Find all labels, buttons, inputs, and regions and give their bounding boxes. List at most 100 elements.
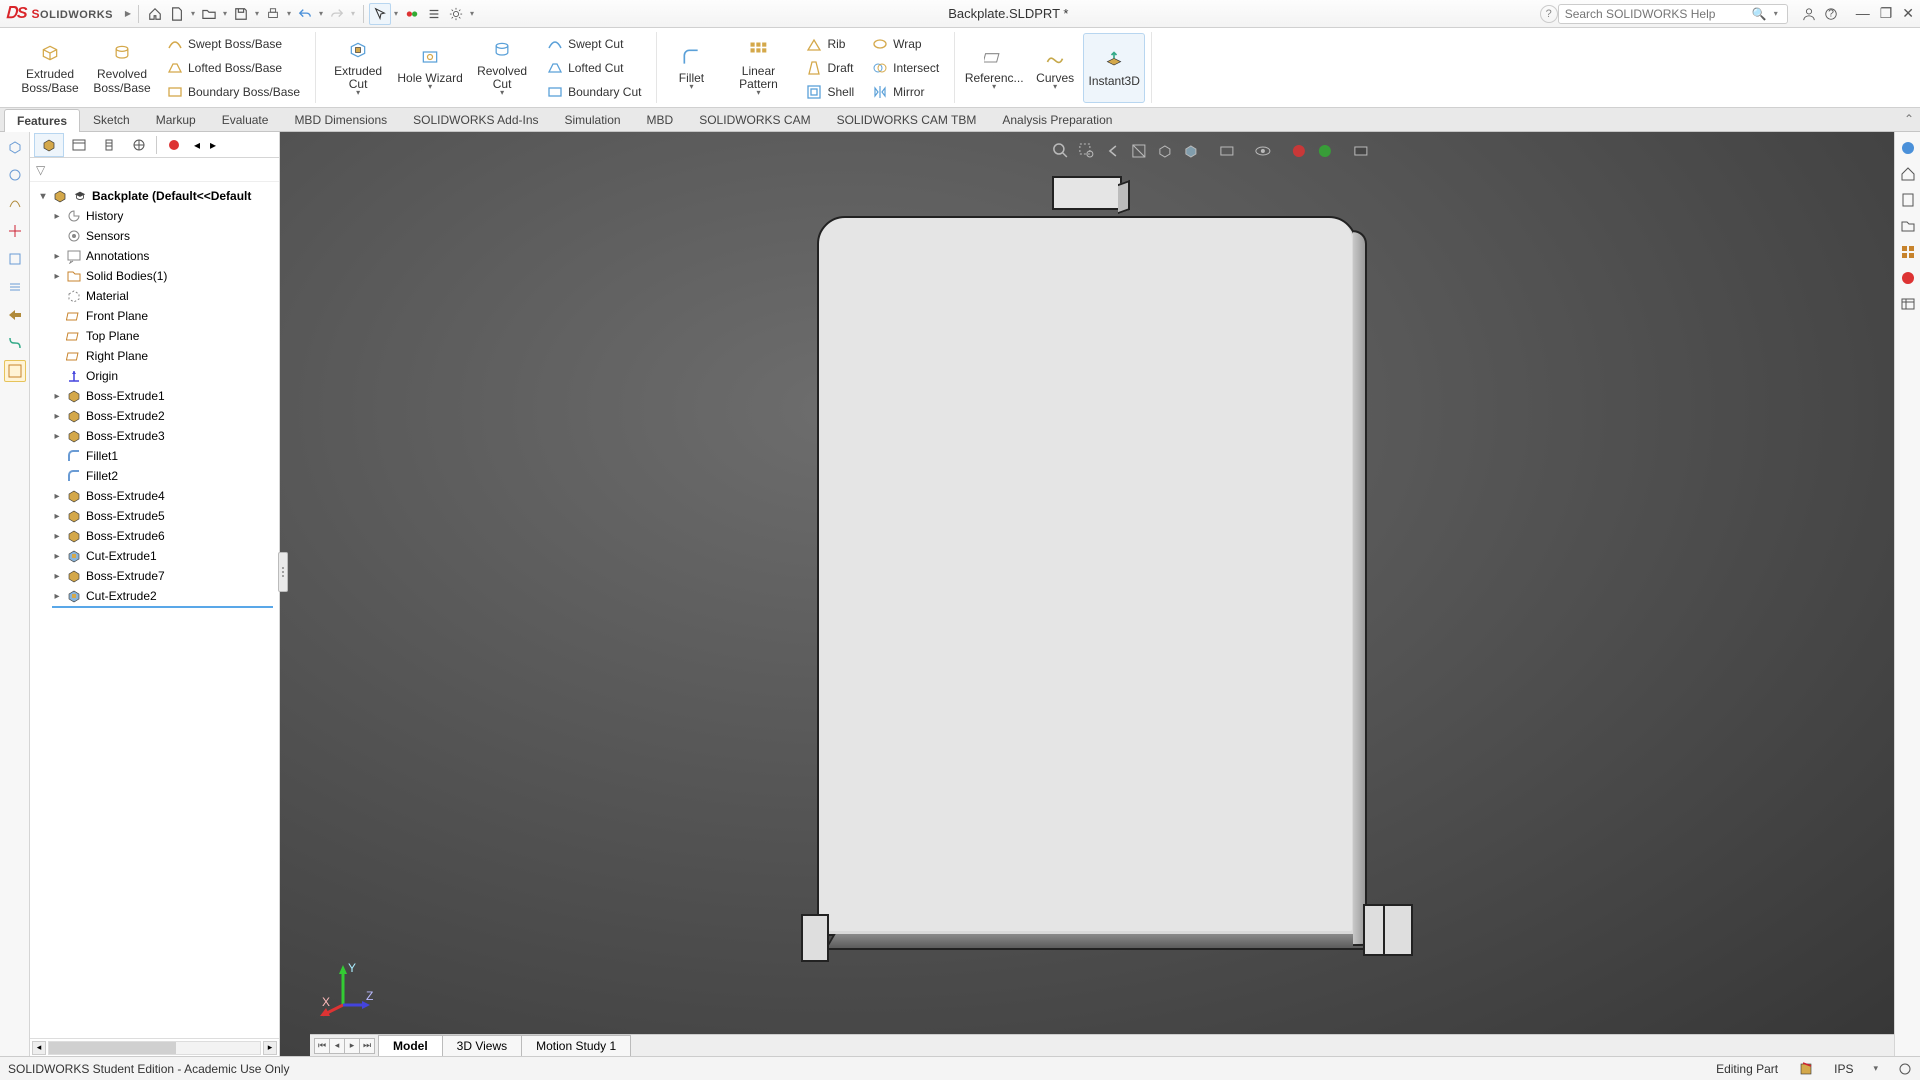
- lofted-boss-button[interactable]: Lofted Boss/Base: [162, 58, 305, 78]
- redo-icon[interactable]: [326, 3, 348, 25]
- new-file-icon[interactable]: [166, 3, 188, 25]
- save-icon[interactable]: [230, 3, 252, 25]
- status-custom-icon[interactable]: [1798, 1061, 1814, 1077]
- intersect-button[interactable]: Intersect: [867, 58, 944, 78]
- expand-icon[interactable]: ▸: [52, 251, 62, 262]
- hud-zoom-fit-icon[interactable]: [1050, 140, 1072, 162]
- options-list-icon[interactable]: [423, 3, 445, 25]
- lt-tool-7[interactable]: [4, 304, 26, 326]
- tab-features[interactable]: Features: [4, 109, 80, 132]
- vt-first[interactable]: ⏮: [314, 1038, 330, 1054]
- help-search[interactable]: 🔍 ▾: [1558, 4, 1788, 24]
- settings-icon[interactable]: [445, 3, 467, 25]
- tree-item-fillet1[interactable]: Fillet1: [34, 446, 279, 466]
- help-icon[interactable]: ?: [1820, 3, 1842, 25]
- tab-cam-tbm[interactable]: SOLIDWORKS CAM TBM: [824, 108, 990, 131]
- tree-item-boss-extrude4[interactable]: ▸ Boss-Extrude4: [34, 486, 279, 506]
- status-units-dropdown[interactable]: ▾: [1873, 1063, 1878, 1074]
- hole-wizard-button[interactable]: Hole Wizard▾: [394, 33, 466, 103]
- tab-markup[interactable]: Markup: [143, 108, 209, 131]
- hscroll-right[interactable]: ▸: [263, 1041, 277, 1055]
- save-dropdown[interactable]: ▾: [252, 9, 262, 18]
- lt-tool-6[interactable]: [4, 276, 26, 298]
- instant3d-button[interactable]: Instant3D: [1083, 33, 1145, 103]
- view-tab-model[interactable]: Model: [378, 1035, 443, 1056]
- tp-view-palette-icon[interactable]: [1898, 242, 1918, 262]
- select-icon[interactable]: [369, 3, 391, 25]
- tree-nav-prev[interactable]: ◂: [189, 133, 205, 157]
- vt-last[interactable]: ⏭: [359, 1038, 375, 1054]
- expand-icon[interactable]: ▸: [52, 211, 62, 222]
- expand-icon[interactable]: ▸: [52, 571, 62, 582]
- curves-button[interactable]: Curves▾: [1027, 33, 1083, 103]
- lt-tool-4[interactable]: [4, 220, 26, 242]
- view-tab-motion[interactable]: Motion Study 1: [521, 1035, 631, 1056]
- extruded-cut-button[interactable]: Extruded Cut▾: [322, 33, 394, 103]
- graphics-viewport[interactable]: Y X Z ⏮ ◂ ▸ ⏭ Model 3D Views Motion Stud…: [280, 132, 1894, 1056]
- reference-geometry-button[interactable]: Referenc...▾: [961, 33, 1027, 103]
- tree-root[interactable]: ▾ Backplate (Default<<Default: [34, 186, 279, 206]
- boundary-boss-button[interactable]: Boundary Boss/Base: [162, 82, 305, 102]
- tab-simulation[interactable]: Simulation: [552, 108, 634, 131]
- hscroll-left[interactable]: ◂: [32, 1041, 46, 1055]
- collapse-ribbon-icon[interactable]: ⌃: [1904, 112, 1914, 126]
- new-dropdown[interactable]: ▾: [188, 9, 198, 18]
- user-account-icon[interactable]: [1798, 3, 1820, 25]
- tp-explorer-icon[interactable]: [1898, 216, 1918, 236]
- expand-icon[interactable]: ▸: [52, 431, 62, 442]
- tree-item-right-plane[interactable]: Right Plane: [34, 346, 279, 366]
- revolved-cut-button[interactable]: Revolved Cut▾: [466, 33, 538, 103]
- tp-library-icon[interactable]: [1898, 190, 1918, 210]
- tree-item-boss-extrude5[interactable]: ▸ Boss-Extrude5: [34, 506, 279, 526]
- orientation-triad[interactable]: Y X Z: [318, 960, 378, 1020]
- expand-icon[interactable]: ▸: [52, 531, 62, 542]
- filter-icon[interactable]: ▽: [36, 163, 45, 177]
- lofted-cut-button[interactable]: Lofted Cut: [542, 58, 646, 78]
- vt-prev[interactable]: ◂: [329, 1038, 345, 1054]
- tp-properties-icon[interactable]: [1898, 294, 1918, 314]
- tab-evaluate[interactable]: Evaluate: [209, 108, 282, 131]
- tree-tab-display[interactable]: [159, 133, 189, 157]
- tree-item-boss-extrude6[interactable]: ▸ Boss-Extrude6: [34, 526, 279, 546]
- close-button[interactable]: ✕: [1902, 5, 1914, 22]
- hud-scene-icon[interactable]: [1314, 140, 1336, 162]
- tree-item-annotations[interactable]: ▸ Annotations: [34, 246, 279, 266]
- print-dropdown[interactable]: ▾: [284, 9, 294, 18]
- menu-dropdown[interactable]: ▶: [123, 9, 133, 18]
- tree-item-cut-extrude1[interactable]: ▸ Cut-Extrude1: [34, 546, 279, 566]
- swept-cut-button[interactable]: Swept Cut: [542, 34, 646, 54]
- search-input[interactable]: [1565, 7, 1752, 21]
- vt-next[interactable]: ▸: [344, 1038, 360, 1054]
- tab-mbd[interactable]: MBD: [634, 108, 687, 131]
- extruded-boss-button[interactable]: Extruded Boss/Base: [14, 33, 86, 103]
- tree-tab-feature[interactable]: [34, 133, 64, 157]
- view-tab-3dviews[interactable]: 3D Views: [442, 1035, 522, 1056]
- settings-dropdown[interactable]: ▾: [467, 9, 477, 18]
- tree-item-cut-extrude2[interactable]: ▸ Cut-Extrude2: [34, 586, 279, 606]
- tab-analysis-prep[interactable]: Analysis Preparation: [989, 108, 1125, 131]
- status-expand-icon[interactable]: [1898, 1062, 1912, 1076]
- lt-tool-8[interactable]: [4, 332, 26, 354]
- wrap-button[interactable]: Wrap: [867, 34, 944, 54]
- tree-item-boss-extrude3[interactable]: ▸ Boss-Extrude3: [34, 426, 279, 446]
- hud-appearance-icon[interactable]: [1288, 140, 1310, 162]
- hud-display-style-icon[interactable]: [1180, 140, 1202, 162]
- rib-button[interactable]: Rib: [801, 34, 859, 54]
- lt-tool-1[interactable]: [4, 136, 26, 158]
- tree-hscroll[interactable]: ◂ ▸: [30, 1038, 279, 1056]
- expand-icon[interactable]: ▸: [52, 391, 62, 402]
- tab-sketch[interactable]: Sketch: [80, 108, 143, 131]
- tree-tab-property[interactable]: [64, 133, 94, 157]
- tp-home-icon[interactable]: [1898, 164, 1918, 184]
- tab-mbd-dimensions[interactable]: MBD Dimensions: [281, 108, 400, 131]
- rebuild-icon[interactable]: [401, 3, 423, 25]
- shell-button[interactable]: Shell: [801, 82, 859, 102]
- linear-pattern-button[interactable]: Linear Pattern▾: [719, 33, 797, 103]
- hud-render-icon[interactable]: [1350, 140, 1372, 162]
- lt-tool-5[interactable]: [4, 248, 26, 270]
- expand-icon[interactable]: ▸: [52, 511, 62, 522]
- tp-appearances-icon[interactable]: [1898, 268, 1918, 288]
- lt-tool-3[interactable]: [4, 192, 26, 214]
- select-dropdown[interactable]: ▾: [391, 9, 401, 18]
- open-file-icon[interactable]: [198, 3, 220, 25]
